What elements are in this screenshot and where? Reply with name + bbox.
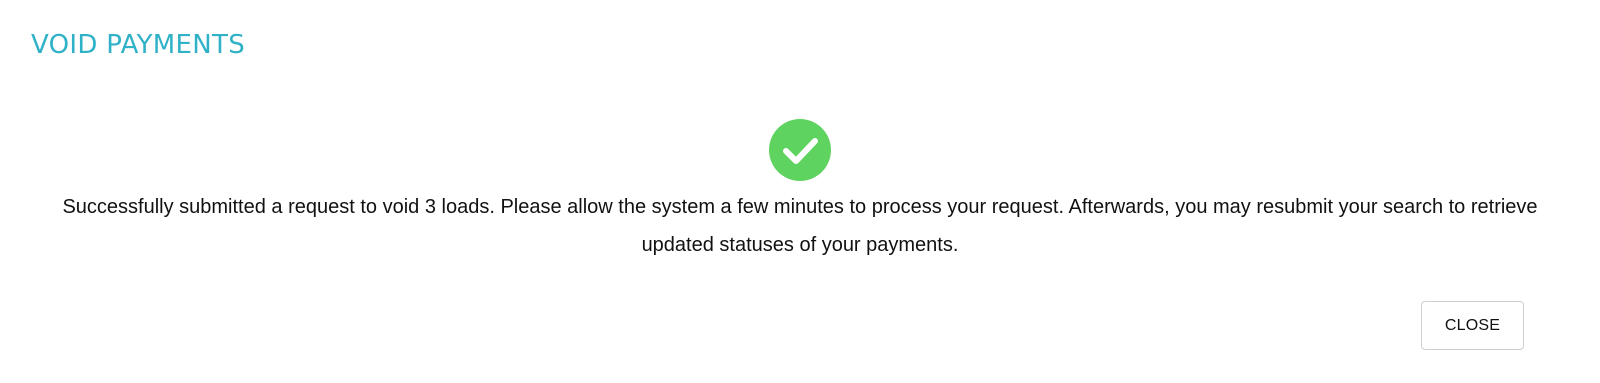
success-message: Successfully submitted a request to void… [62, 196, 1538, 256]
close-button[interactable]: CLOSE [1421, 301, 1524, 350]
dialog-title: VOID PAYMENTS [31, 30, 246, 60]
check-circle-icon [768, 118, 832, 182]
void-payments-dialog: VOID PAYMENTS Successfully submitted a r… [0, 0, 1600, 383]
